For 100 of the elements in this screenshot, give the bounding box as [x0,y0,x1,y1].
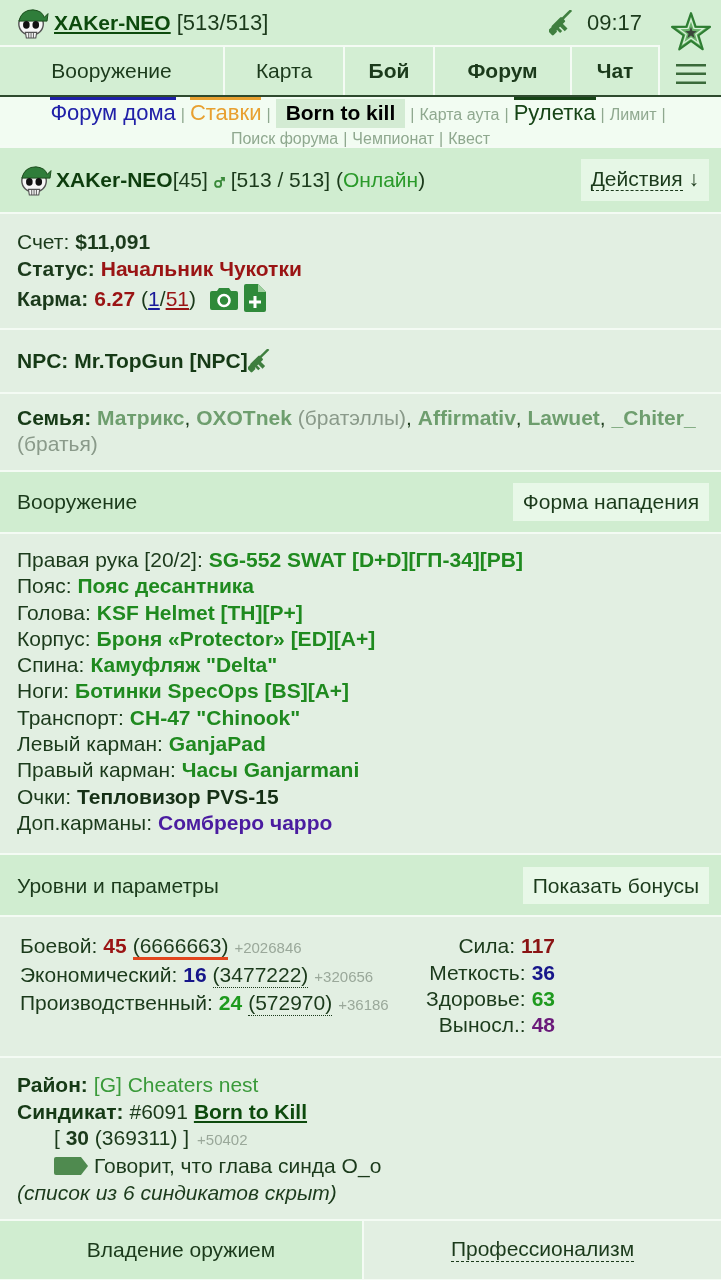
forum-nav-link[interactable]: Форум дома [50,97,176,124]
nav-tab[interactable]: Вооружение [0,47,225,95]
camera-icon[interactable] [210,286,238,310]
forum-nav-link[interactable]: Рулетка [513,97,596,124]
separator: | [504,105,509,125]
stat-label: Сила: [458,933,516,960]
item-link[interactable]: Пояс десантника [77,573,254,600]
status-label: Статус: [17,256,95,282]
syndicate-gain: +50402 [197,1130,248,1151]
syndicate-label: Синдикат: [17,1098,124,1125]
username-link[interactable]: XAKer-NEO [54,6,171,39]
stat-label: Меткость: [429,959,526,986]
nav-tab[interactable]: Карта [225,47,345,95]
hp-text: [513/513] [176,9,269,37]
stat-value: 117 [521,933,555,960]
level-value: 16 [183,961,207,988]
separator: | [343,129,348,149]
show-bonuses-button[interactable]: Показать бонусы [522,866,709,904]
separator: | [661,105,666,125]
bottom-tab[interactable]: Профессионализм [364,1220,721,1279]
player-hp: [513 / 513] [230,167,330,194]
slot-label: Левый карман: [17,731,163,758]
item-link[interactable]: Камуфляж "Delta" [90,652,278,679]
level-label: Боевой: [20,933,98,960]
actions-button[interactable]: Действия ↓ [580,159,709,201]
slot-label: Пояс: [17,573,72,600]
stat-value: 48 [531,1012,555,1039]
item-link[interactable]: Броня «Protector» [ED][A+] [96,625,376,653]
slot-label: Ноги: [17,678,70,705]
status-value: Начальник Чукотки [100,256,302,282]
level-label: Производственный: [20,989,213,1016]
slot-label: Корпус: [17,625,91,652]
experience-value: (3477222) [212,962,309,988]
slot-label: Правый карман: [17,757,176,784]
item-link[interactable]: GanjaPad [168,731,266,758]
district-label: Район: [17,1072,88,1099]
section-title: Уровни и параметры [17,872,219,899]
item-link[interactable]: Сомбреро чарро [158,809,333,837]
item-link[interactable]: KSF Helmet [TH][P+] [96,599,303,626]
hidden-syndicates-note: (список из 6 синдикатов скрыт) [17,1179,338,1206]
level-value: 24 [218,989,243,1016]
player-name-link[interactable]: XAKer-NEO [56,164,173,196]
karma-plus-link[interactable]: 1 [148,286,160,310]
experience-gain: +36186 [338,994,389,1015]
separator: | [600,105,605,125]
item-link[interactable]: Тепловизор PVS-15 [77,783,279,810]
separator: | [180,105,185,125]
experience-value: (6666663) [132,935,229,961]
forum-nav-link[interactable]: Born to kill [275,99,406,128]
karma-label: Карма: [17,285,89,312]
separator: | [410,105,415,125]
tag-icon [54,1157,88,1176]
nav-tab[interactable]: Бой [345,47,435,95]
slot-label: Очки: [17,783,72,810]
level-label: Экономический: [20,961,178,988]
item-link[interactable]: SG-552 SWAT [D+D][ГП-34][PB] [208,547,523,574]
nav-tab[interactable]: Чат [572,47,660,95]
karma-minus-link[interactable]: 51 [165,286,189,310]
star-logo-icon[interactable] [669,10,712,51]
item-link[interactable]: Ботинки SpecOps [BS][A+] [75,678,350,705]
rifle-icon [548,9,575,36]
menu-icon[interactable] [675,64,706,85]
skull-avatar-icon [15,6,49,39]
stat-value: 36 [531,959,555,986]
slot-label: Доп.карманы: [17,809,152,836]
attack-form-button[interactable]: Форма нападения [512,483,709,521]
npc-label: NPC: [17,348,69,375]
stat-label: Здоровье: [426,985,526,1012]
syndicate-note: Говорит, что глава синда О_о [94,1153,382,1180]
syndicate-link[interactable]: Born to Kill [193,1098,308,1126]
slot-label: Правая рука [20/2]: [17,547,203,573]
item-link[interactable]: CH-47 "Chinook" [129,704,301,732]
separator: | [439,129,444,149]
experience-gain: +320656 [314,966,374,987]
family-text: Семья: Матрикс, OXOTnek (братэллы), Affirmativ, Lawuet, _Chiter_ (братья) [17,405,697,457]
rifle-icon [247,349,272,373]
syndicate-rank-text: [ 30 (369311) ] [54,1125,190,1152]
file-plus-icon[interactable] [244,284,266,312]
nav-tab[interactable]: Форум [435,47,572,95]
stat-value: 63 [531,985,555,1012]
item-link[interactable]: Часы Ganjarmani [181,757,360,784]
slot-label: Транспорт: [17,704,124,731]
syndicate-number: #6091 [129,1098,188,1125]
section-title: Вооружение [17,489,138,516]
separator: | [266,105,271,125]
player-level: [45] [172,167,208,194]
karma-votes-text: (1/51) [141,285,196,312]
bottom-tab[interactable]: Владение оружием [0,1220,362,1279]
clock-time: 09:17 [586,9,642,37]
slot-label: Голова: [17,599,91,626]
male-sign-icon [213,176,225,188]
skull-avatar-icon [18,164,52,196]
online-status: (Онлайн) [336,167,426,194]
karma-value: 6.27 [94,285,136,312]
level-value: 45 [103,933,127,960]
experience-value: (572970) [248,990,333,1016]
stat-label: Выносл.: [438,1012,526,1039]
experience-gain: +2026846 [234,938,302,959]
slot-label: Спина: [17,652,85,679]
npc-link[interactable]: Mr.TopGun [NPC] [74,345,248,377]
